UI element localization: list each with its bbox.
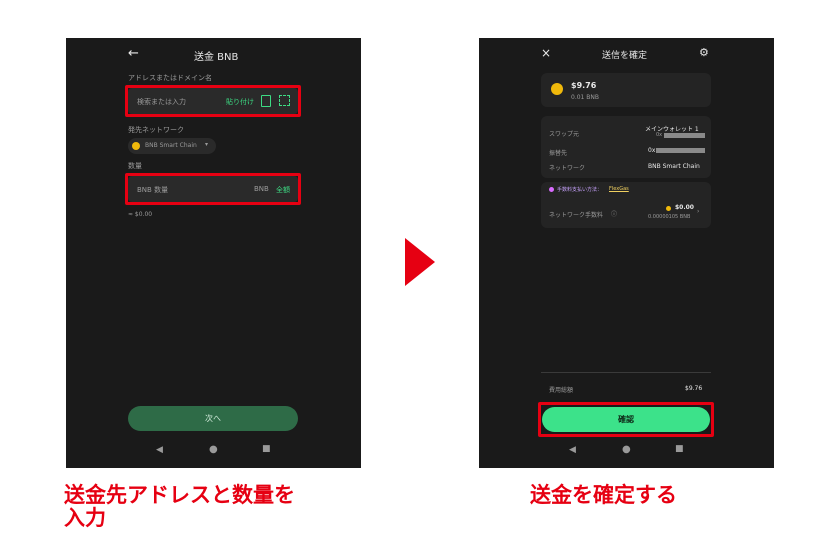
total-label: 費用総額 bbox=[549, 387, 574, 394]
nav-home-icon[interactable]: ● bbox=[622, 444, 631, 455]
fee-label: ネットワーク手数料 bbox=[549, 212, 604, 219]
total-value: $9.76 bbox=[685, 385, 703, 392]
fee-usd: $0.00 bbox=[675, 204, 694, 211]
amount-usd: $9.76 bbox=[571, 81, 597, 90]
to-label: 振替先 bbox=[549, 150, 568, 157]
fee-bnb: 0.00000105 BNB bbox=[648, 214, 691, 220]
chevron-right-icon[interactable]: › bbox=[697, 208, 699, 215]
divider bbox=[541, 372, 711, 373]
left-phone-screen: ← 送金 BNB アドレスまたはドメイン名 検索または入力 貼り付け 発先ネット… bbox=[66, 38, 361, 468]
nav-home-icon[interactable]: ● bbox=[209, 444, 218, 455]
next-button[interactable]: 次へ bbox=[128, 406, 298, 431]
nav-back-icon[interactable]: ◀ bbox=[569, 445, 576, 455]
nav-recents-icon[interactable]: ■ bbox=[675, 444, 684, 454]
amount-label: 数量 bbox=[128, 162, 142, 170]
network-label: ネットワーク bbox=[549, 165, 586, 172]
back-arrow-icon[interactable]: ← bbox=[128, 46, 139, 61]
gear-icon[interactable]: ⚙ bbox=[699, 46, 709, 59]
amount-card bbox=[541, 73, 711, 107]
from-value: メインウォレット 1 bbox=[645, 126, 699, 133]
info-icon[interactable]: ⓘ bbox=[611, 209, 617, 218]
highlight-address bbox=[125, 85, 301, 117]
network-value: BNB Smart Chain bbox=[145, 142, 197, 149]
right-phone-screen: × 送信を確定 ⚙ $9.76 0.01 BNB スワップ元 メインウォレット … bbox=[479, 38, 774, 468]
confirm-title: 送信を確定 bbox=[602, 51, 648, 61]
caption-left-line2: 入力 bbox=[64, 506, 106, 530]
arrow-right-icon bbox=[405, 238, 435, 286]
to-address: 0x bbox=[648, 147, 656, 154]
from-label: スワップ元 bbox=[549, 131, 580, 138]
highlight-confirm bbox=[538, 402, 714, 437]
fee-method-label: 手数料支払い方法： bbox=[557, 187, 603, 193]
redacted-address bbox=[664, 133, 705, 138]
chevron-down-icon: ▾ bbox=[205, 141, 209, 148]
bnb-coin-icon bbox=[666, 206, 671, 211]
highlight-amount bbox=[125, 173, 301, 205]
bnb-coin-icon bbox=[132, 142, 140, 150]
amount-bnb: 0.01 BNB bbox=[571, 94, 599, 101]
address-label: アドレスまたはドメイン名 bbox=[128, 74, 212, 82]
bnb-coin-icon bbox=[551, 83, 563, 95]
flexgas-icon bbox=[549, 187, 554, 192]
nav-recents-icon[interactable]: ■ bbox=[262, 444, 271, 454]
caption-left: 送金先アドレスと数量を 入力 bbox=[64, 484, 295, 530]
network-label: 発先ネットワーク bbox=[128, 126, 184, 134]
caption-right: 送金を確定する bbox=[530, 483, 677, 507]
caption-left-line1: 送金先アドレスと数量を bbox=[64, 483, 295, 507]
from-address: 0x bbox=[656, 132, 663, 138]
close-icon[interactable]: × bbox=[541, 46, 551, 60]
redacted-address bbox=[656, 148, 705, 153]
send-title: 送金 BNB bbox=[194, 52, 239, 63]
fee-method-value[interactable]: FlexGas bbox=[609, 186, 629, 192]
network-value: BNB Smart Chain bbox=[648, 163, 700, 170]
nav-back-icon[interactable]: ◀ bbox=[156, 445, 163, 455]
fiat-value: ≈ $0.00 bbox=[128, 211, 153, 218]
next-button-label: 次へ bbox=[205, 414, 221, 423]
